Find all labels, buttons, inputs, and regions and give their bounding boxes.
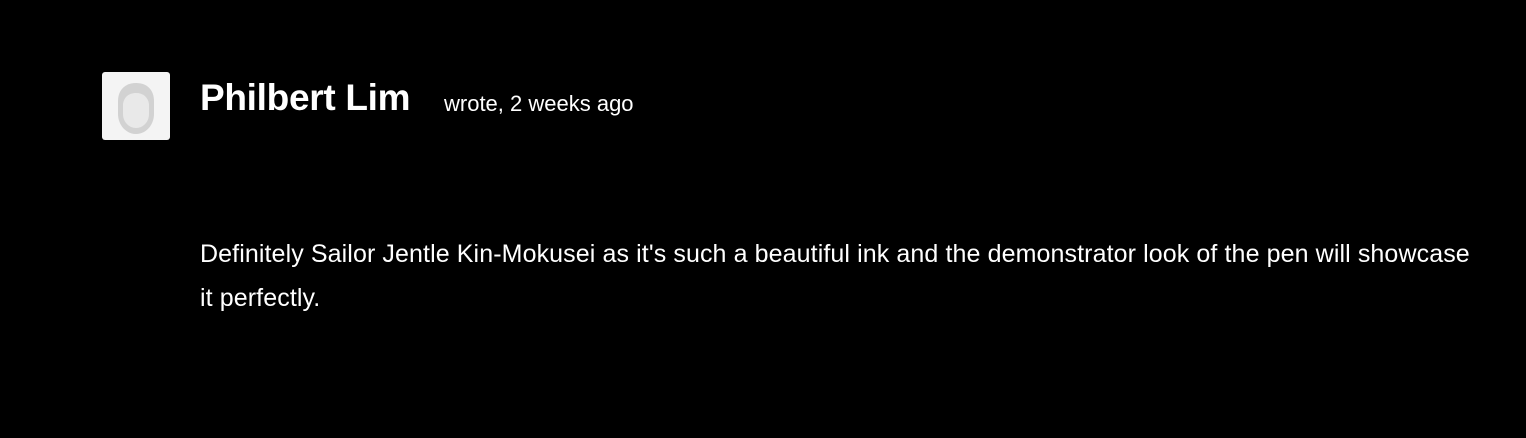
comment-meta: wrote, 2 weeks ago <box>444 91 634 116</box>
comment-card: Philbert Lim wrote, 2 weeks ago Definite… <box>0 0 1526 438</box>
avatar[interactable] <box>102 72 170 140</box>
author-name[interactable]: Philbert Lim <box>200 76 411 120</box>
comment-text: Definitely Sailor Jentle Kin-Mokusei as … <box>200 240 1470 312</box>
default-user-silhouette-icon <box>118 83 154 134</box>
